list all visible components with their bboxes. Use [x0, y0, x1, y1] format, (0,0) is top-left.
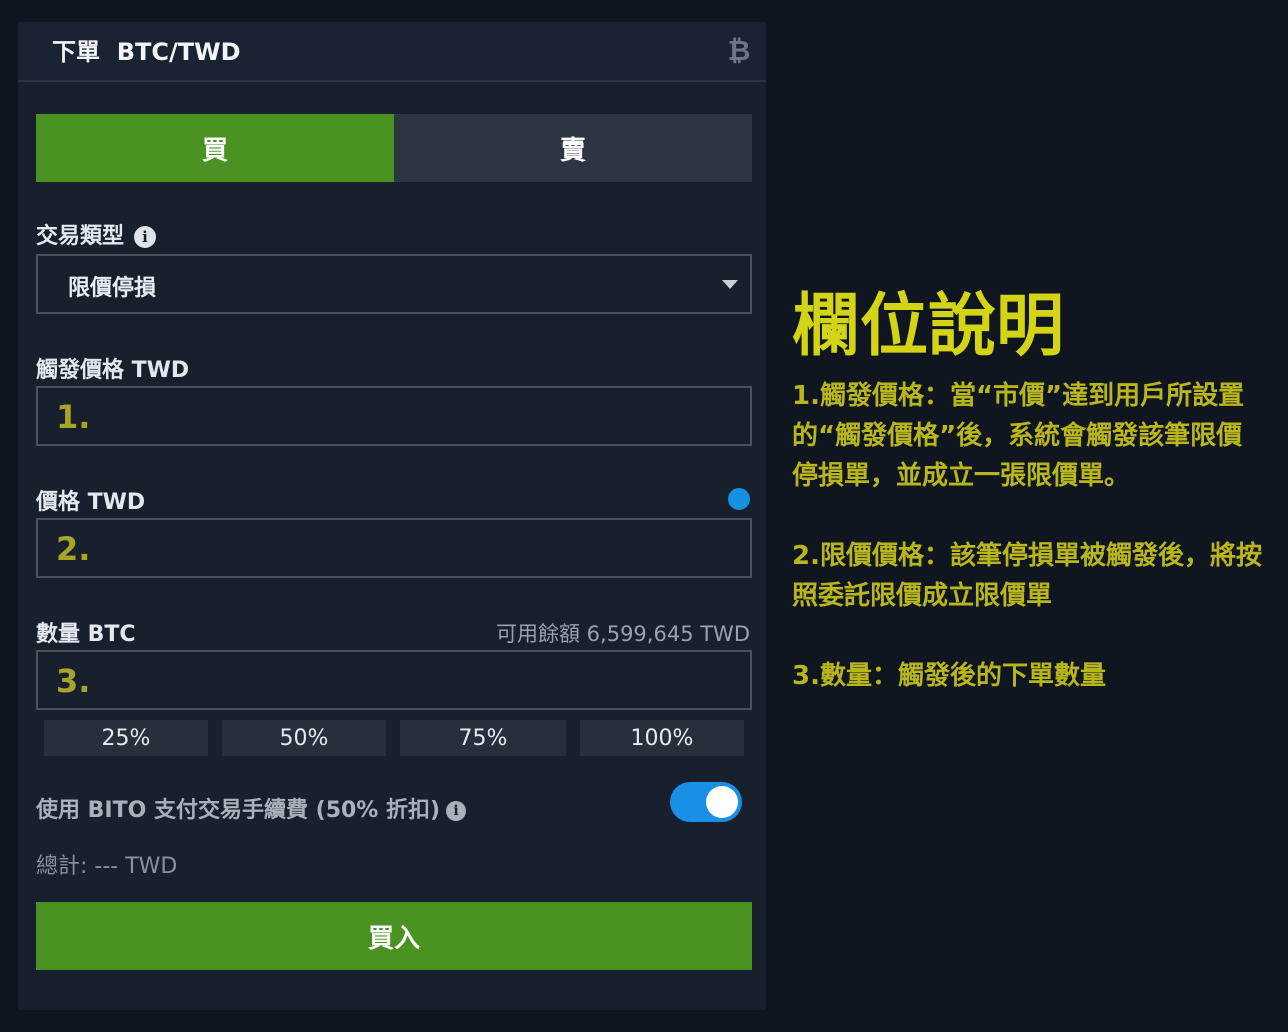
quantity-input[interactable]: 3. — [36, 650, 752, 710]
info-icon[interactable]: i — [446, 801, 467, 821]
side-tabs: 買 賣 — [36, 114, 752, 182]
tab-buy[interactable]: 買 — [36, 114, 394, 182]
bitcoin-icon: ₿ — [727, 34, 751, 67]
price-label: 價格 TWD — [36, 490, 146, 515]
explanation-item-2: 2.限價價格：該筆停損單被觸發後，將按照委託限價成立限價單 — [792, 541, 1262, 611]
total-amount: 總計: --- TWD — [36, 854, 178, 879]
price-annotation: 2. — [56, 530, 91, 568]
explanation-item-3: 3.數量：觸發後的下單數量 — [792, 661, 1106, 691]
fee-discount-text: 使用 BITO 支付交易手續費 (50% 折扣) — [36, 798, 441, 823]
trigger-price-annotation: 1. — [56, 398, 91, 436]
fee-discount-toggle[interactable] — [670, 782, 742, 822]
buy-submit-button[interactable]: 買入 — [36, 902, 752, 970]
order-type-label: 交易類型 i — [36, 218, 157, 250]
available-balance: 可用餘額 6,599,645 TWD — [496, 622, 750, 646]
tab-sell[interactable]: 賣 — [394, 114, 752, 182]
percent-100-button[interactable]: 100% — [580, 720, 744, 756]
toggle-knob — [706, 786, 738, 818]
fee-discount-label: 使用 BITO 支付交易手續費 (50% 折扣) i — [36, 792, 467, 824]
percent-buttons: 25% 50% 75% 100% — [44, 720, 744, 756]
order-type-value: 限價停損 — [68, 276, 157, 301]
trigger-price-label: 觸發價格 TWD — [36, 358, 190, 383]
order-panel: 下單 BTC/TWD ₿ 買 賣 交易類型 i 限價停損 觸發價格 TWD 1. … — [18, 22, 766, 1010]
order-type-label-text: 交易類型 — [36, 224, 125, 249]
percent-50-button[interactable]: 50% — [222, 720, 386, 756]
info-icon[interactable]: i — [134, 226, 157, 248]
quantity-label: 數量 BTC — [36, 622, 136, 647]
chevron-down-icon — [722, 280, 738, 289]
order-type-select[interactable]: 限價停損 — [36, 254, 752, 314]
panel-header: 下單 BTC/TWD ₿ — [18, 22, 766, 82]
status-dot-icon — [728, 488, 750, 510]
price-input[interactable]: 2. — [36, 518, 752, 578]
percent-25-button[interactable]: 25% — [44, 720, 208, 756]
quantity-annotation: 3. — [56, 662, 91, 700]
percent-75-button[interactable]: 75% — [400, 720, 566, 756]
trigger-price-input[interactable]: 1. — [36, 386, 752, 446]
explanation-item-1: 1.觸發價格：當“市價”達到用戶所設置的“觸發價格”後，系統會觸發該筆限價停損單… — [792, 381, 1245, 491]
panel-title: 下單 BTC/TWD — [52, 38, 241, 66]
explanation-title: 欄位說明 — [792, 287, 1065, 366]
